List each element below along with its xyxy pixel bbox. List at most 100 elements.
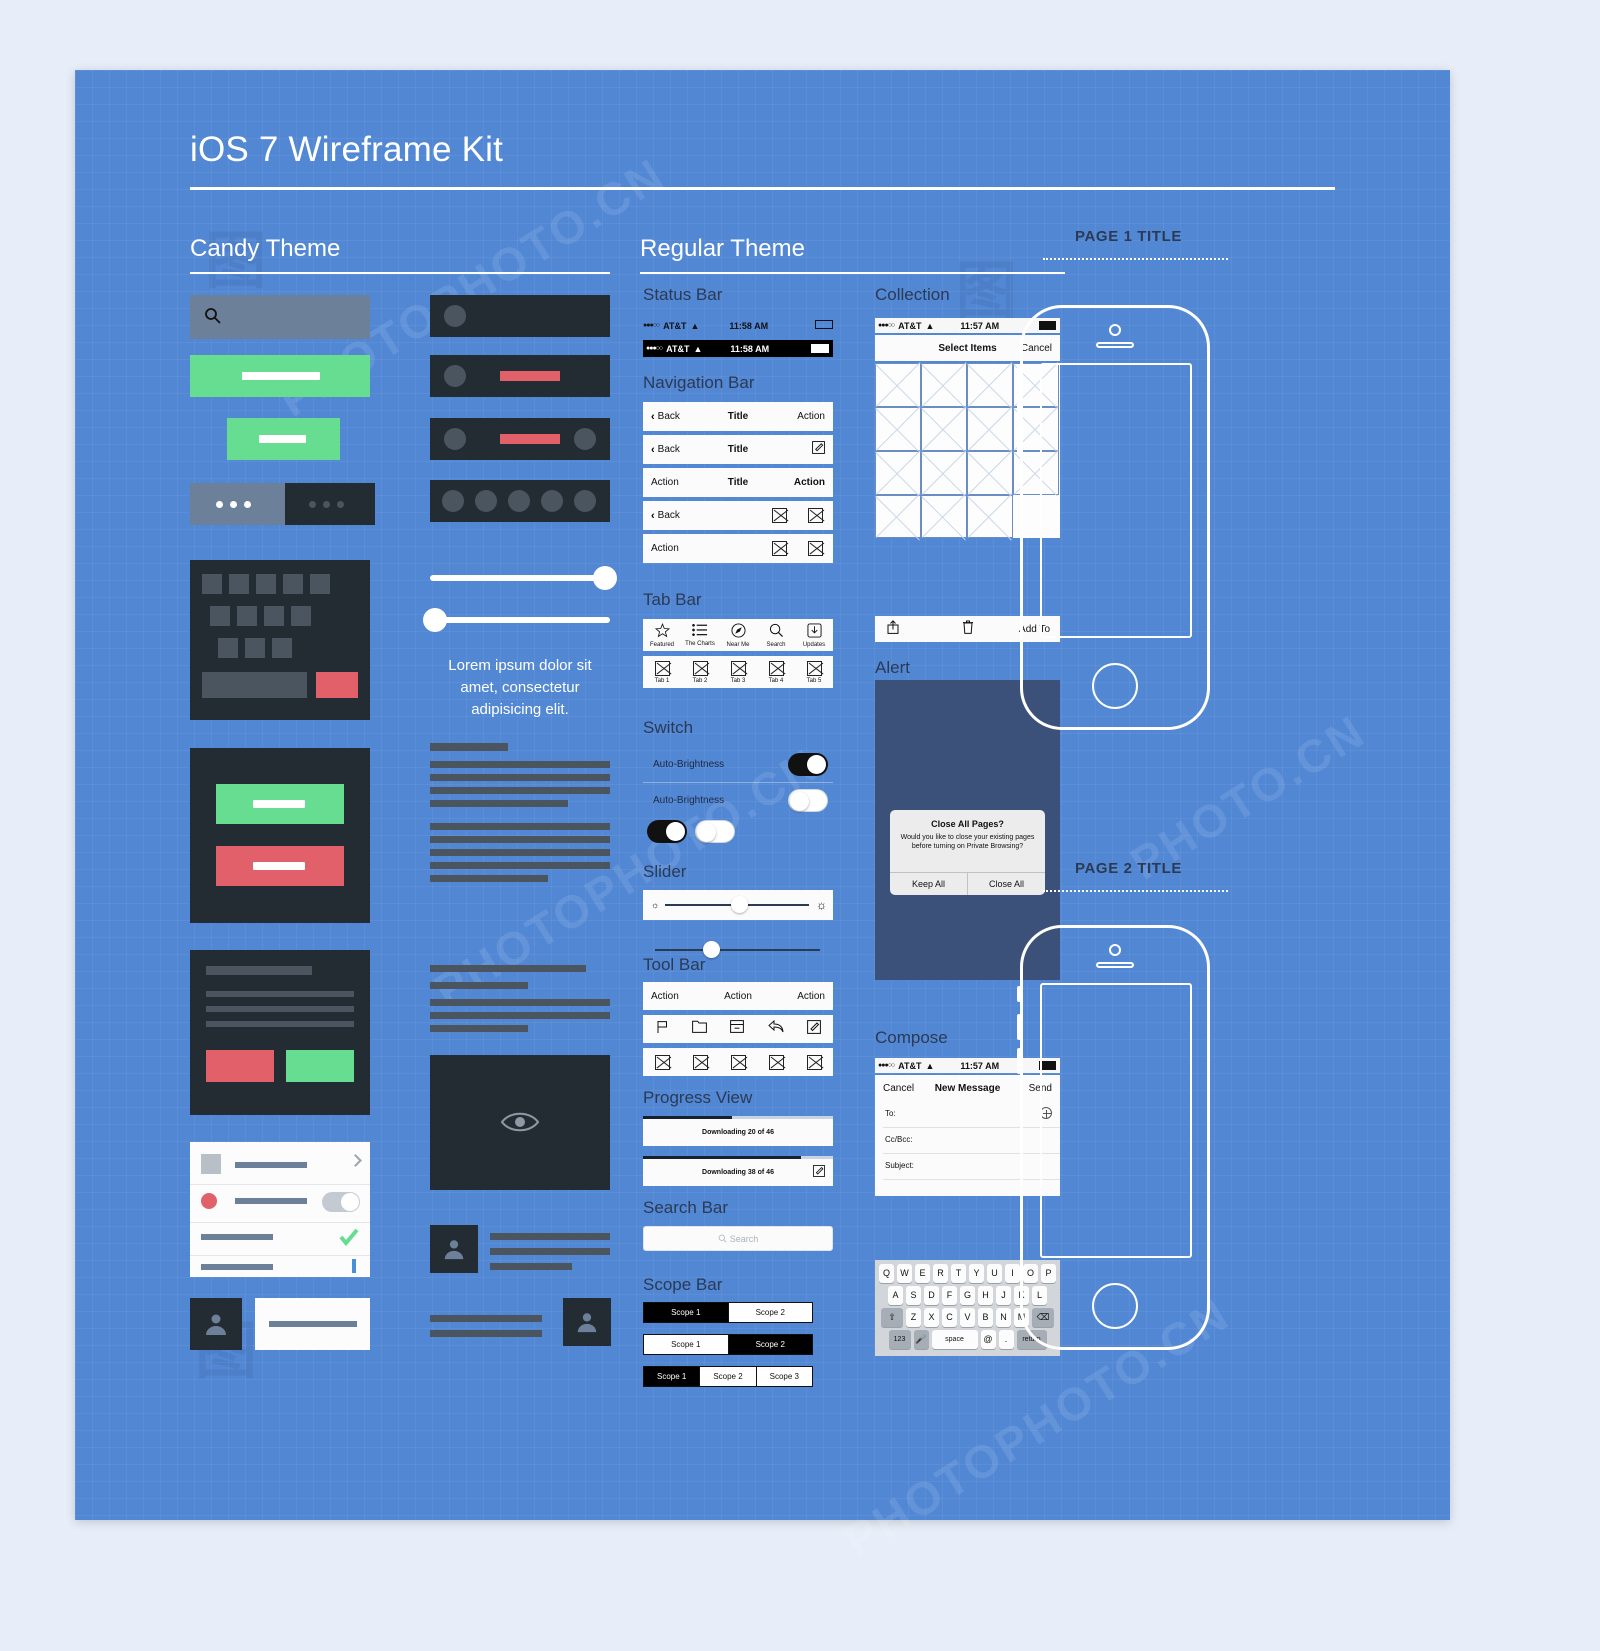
collection-cell[interactable] <box>875 407 921 451</box>
collection-cell[interactable] <box>967 363 1013 407</box>
key-d[interactable]: D <box>924 1286 939 1305</box>
slider-knob[interactable] <box>731 896 748 913</box>
alert-buttons[interactable]: Keep All Close All <box>890 872 1045 895</box>
scope-bar-1[interactable]: Scope 1 Scope 2 <box>643 1302 813 1323</box>
tab-updates[interactable]: Updates <box>795 622 833 648</box>
tab-near-me[interactable]: Near Me <box>719 622 757 648</box>
switch-row-1[interactable]: Auto-Brightness <box>643 748 833 780</box>
slider-plain-track[interactable] <box>655 949 820 951</box>
volume-down-button[interactable] <box>1017 1048 1021 1074</box>
tab-5[interactable]: Tab 5 <box>795 660 833 684</box>
home-button[interactable] <box>1092 1283 1138 1329</box>
scope-item[interactable]: Scope 2 <box>699 1366 756 1387</box>
key-a[interactable]: A <box>888 1286 903 1305</box>
candy-secondary-button[interactable] <box>227 418 340 460</box>
period-key[interactable]: . <box>998 1330 1014 1349</box>
collection-cell[interactable] <box>967 495 1013 538</box>
key-f[interactable]: F <box>942 1286 957 1305</box>
nav-back-label[interactable]: Back <box>658 444 680 455</box>
tab-bar-generic[interactable]: Tab 1 Tab 2 Tab 3 Tab 4 Tab 5 <box>643 656 833 688</box>
nav-bar-3[interactable]: Action Title Action <box>643 468 833 497</box>
panel-confirm-button[interactable] <box>216 784 344 824</box>
phone-1-screen[interactable] <box>1040 363 1192 638</box>
key-c[interactable]: C <box>942 1308 957 1327</box>
key-w[interactable]: W <box>897 1264 912 1283</box>
collection-cell[interactable] <box>921 451 967 495</box>
nav-back-label[interactable]: Back <box>658 510 680 521</box>
back-chevron-icon[interactable]: ‹ <box>651 444 655 456</box>
collection-cell[interactable] <box>875 363 921 407</box>
volume-down-button[interactable] <box>1017 428 1021 454</box>
placeholder-icon[interactable] <box>808 508 823 523</box>
tool-bar-actions[interactable]: Action Action Action <box>643 982 833 1010</box>
alert-close-all-button[interactable]: Close All <box>968 873 1045 895</box>
compose-icon[interactable] <box>812 440 825 459</box>
placeholder-icon[interactable] <box>730 1054 746 1070</box>
scope-item[interactable]: Scope 2 <box>727 1334 813 1355</box>
key-x[interactable]: X <box>924 1308 939 1327</box>
nav-action[interactable]: Action <box>797 411 825 422</box>
back-chevron-icon[interactable]: ‹ <box>651 510 655 522</box>
tab-3[interactable]: Tab 3 <box>719 660 757 684</box>
flag-icon[interactable] <box>655 1020 669 1039</box>
placeholder-icon[interactable] <box>772 508 787 523</box>
nav-bar-1[interactable]: ‹ Back Title Action <box>643 402 833 431</box>
key-s[interactable]: S <box>906 1286 921 1305</box>
candy-segment-inactive[interactable] <box>285 483 375 525</box>
slider-plain-knob[interactable] <box>703 941 720 958</box>
space-key[interactable]: space <box>931 1330 978 1349</box>
dictation-key[interactable]: 🎤 <box>913 1330 929 1349</box>
candy-nav-row-1[interactable] <box>430 295 610 337</box>
collection-cell[interactable] <box>967 407 1013 451</box>
card-button-right[interactable] <box>286 1050 354 1082</box>
key-i[interactable]: I <box>1005 1264 1020 1283</box>
collection-cell[interactable] <box>921 495 967 538</box>
key-z[interactable]: Z <box>906 1308 921 1327</box>
toolbar-action-1[interactable]: Action <box>651 991 679 1002</box>
placeholder-icon[interactable] <box>654 1054 670 1070</box>
nav-left-action[interactable]: Action <box>651 543 679 554</box>
scope-bar-3[interactable]: Scope 1 Scope 2 Scope 3 <box>643 1366 813 1387</box>
placeholder-icon[interactable] <box>692 1054 708 1070</box>
key-t[interactable]: T <box>951 1264 966 1283</box>
tab-2[interactable]: Tab 2 <box>681 660 719 684</box>
key-y[interactable]: Y <box>969 1264 984 1283</box>
switch-off[interactable] <box>788 789 828 812</box>
list-switch[interactable] <box>322 1192 360 1212</box>
folder-icon[interactable] <box>692 1020 707 1038</box>
card-button-left[interactable] <box>206 1050 274 1082</box>
tab-bar-labeled[interactable]: Featured The Charts Near Me Search Updat… <box>643 619 833 651</box>
panel-destructive-button[interactable] <box>216 846 344 886</box>
collection-cell[interactable] <box>875 495 921 538</box>
share-icon[interactable] <box>887 619 899 639</box>
key-v[interactable]: V <box>960 1308 975 1327</box>
candy-tab-row[interactable] <box>430 480 610 522</box>
home-button[interactable] <box>1092 663 1138 709</box>
candy-slider-2-track[interactable] <box>430 617 610 623</box>
candy-segment-active[interactable] <box>190 483 285 525</box>
scope-item[interactable]: Scope 1 <box>643 1366 700 1387</box>
scope-item[interactable]: Scope 1 <box>643 1302 728 1323</box>
key-q[interactable]: Q <box>879 1264 894 1283</box>
silent-switch[interactable] <box>1017 986 1021 1002</box>
switch-standalone-on[interactable] <box>647 820 687 843</box>
tab-search[interactable]: Search <box>757 623 795 648</box>
reply-icon[interactable] <box>768 1019 784 1038</box>
placeholder-icon[interactable] <box>808 541 823 556</box>
key-h[interactable]: H <box>978 1286 993 1305</box>
candy-primary-button[interactable] <box>190 355 370 397</box>
key-b[interactable]: B <box>978 1308 993 1327</box>
scope-item[interactable]: Scope 3 <box>755 1366 813 1387</box>
switch-standalone-off[interactable] <box>695 820 735 843</box>
switch-on[interactable] <box>788 753 828 776</box>
nav-bar-2[interactable]: ‹ Back Title <box>643 435 833 464</box>
key-u[interactable]: U <box>987 1264 1002 1283</box>
toolbar-action-3[interactable]: Action <box>797 991 825 1002</box>
collection-cell[interactable] <box>875 451 921 495</box>
volume-up-button[interactable] <box>1017 1014 1021 1040</box>
alert-keep-all-button[interactable]: Keep All <box>890 873 968 895</box>
compose-cancel-button[interactable]: Cancel <box>883 1083 914 1094</box>
slider-row-brightness[interactable]: ☼ ☼ <box>643 890 833 920</box>
toolbar-action-2[interactable]: Action <box>724 991 752 1002</box>
nav-bar-5[interactable]: Action <box>643 534 833 563</box>
